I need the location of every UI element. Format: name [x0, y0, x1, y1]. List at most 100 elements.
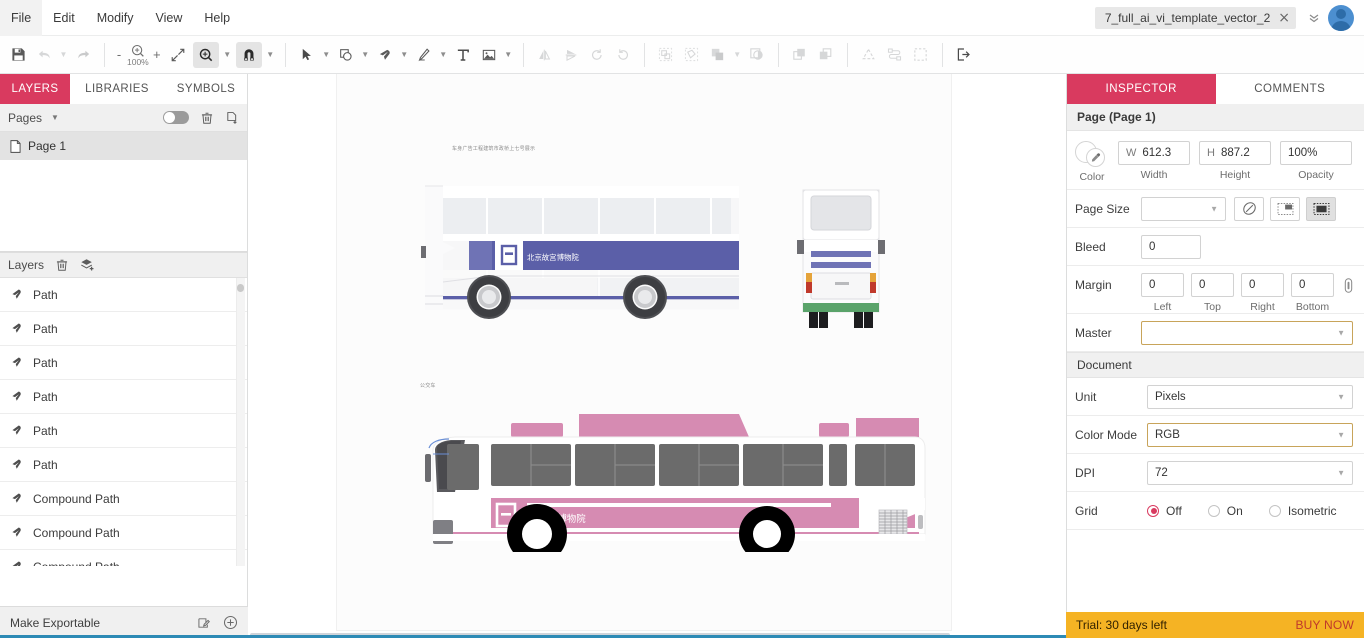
- page-width-control[interactable]: W 612.3 Width: [1118, 141, 1190, 181]
- tab-libraries[interactable]: LIBRARIES: [70, 74, 164, 104]
- image-options-caret[interactable]: ▼: [502, 42, 515, 68]
- boolean-ops-icon[interactable]: [705, 42, 731, 68]
- grid-option-off[interactable]: Off: [1147, 504, 1182, 518]
- menu-edit[interactable]: Edit: [42, 0, 86, 36]
- color-mode-select[interactable]: RGB ▼: [1147, 423, 1353, 447]
- pencil-tool-icon[interactable]: [411, 42, 437, 68]
- layer-row[interactable]: Compound Path: [0, 550, 247, 566]
- select-options-caret[interactable]: ▼: [320, 42, 333, 68]
- text-tool-icon[interactable]: [450, 42, 476, 68]
- layers-list[interactable]: Path Path Path Path Path Path: [0, 278, 247, 566]
- unit-select[interactable]: Pixels ▼: [1147, 385, 1353, 409]
- opacity-input[interactable]: 100%: [1280, 141, 1352, 165]
- link-margins-icon[interactable]: [1341, 277, 1356, 294]
- pen-options-caret[interactable]: ▼: [398, 42, 411, 68]
- flip-vertical-icon[interactable]: [558, 42, 584, 68]
- bleed-input[interactable]: 0: [1141, 235, 1201, 259]
- tab-inspector[interactable]: INSPECTOR: [1067, 74, 1216, 104]
- undo-history-caret[interactable]: ▼: [57, 42, 70, 68]
- page-color-swatch[interactable]: [1075, 141, 1109, 167]
- tab-comments[interactable]: COMMENTS: [1216, 74, 1364, 104]
- flip-horizontal-icon[interactable]: [532, 42, 558, 68]
- snap-options-caret[interactable]: ▼: [264, 42, 277, 68]
- artboard-page[interactable]: 车身广告工程建筑市政桥上七号展示: [337, 74, 951, 630]
- grid-option-isometric[interactable]: Isometric: [1269, 504, 1337, 518]
- pen-tool-icon[interactable]: [372, 42, 398, 68]
- export-icon[interactable]: [951, 42, 977, 68]
- rotate-orientation-icon[interactable]: [1234, 197, 1264, 221]
- trash-icon[interactable]: [200, 111, 214, 125]
- rotate-left-icon[interactable]: [584, 42, 610, 68]
- visibility-toggle[interactable]: [163, 111, 189, 124]
- layer-row[interactable]: Path: [0, 414, 247, 448]
- zoom-reset-icon[interactable]: 100%: [127, 43, 149, 67]
- layer-row[interactable]: Path: [0, 380, 247, 414]
- menu-file[interactable]: File: [0, 0, 42, 36]
- chevron-down-icon[interactable]: ▼: [51, 113, 59, 122]
- page-opacity-control[interactable]: 100% Opacity: [1280, 141, 1352, 181]
- zoom-in-button[interactable]: +: [151, 47, 163, 62]
- layer-row[interactable]: Path: [0, 448, 247, 482]
- marquee-select-icon[interactable]: [908, 42, 934, 68]
- zoom-tool-icon[interactable]: [193, 42, 219, 68]
- ungroup-icon[interactable]: [679, 42, 705, 68]
- document-tab[interactable]: 7_full_ai_vi_template_vector_2 ×: [1095, 7, 1296, 29]
- landscape-page-icon[interactable]: [1270, 197, 1300, 221]
- redo-icon[interactable]: [70, 42, 96, 68]
- menu-modify[interactable]: Modify: [86, 0, 145, 36]
- image-tool-icon[interactable]: [476, 42, 502, 68]
- margin-right-control[interactable]: 0 Right: [1241, 273, 1284, 313]
- bring-forward-icon[interactable]: [787, 42, 813, 68]
- avatar[interactable]: [1328, 5, 1354, 31]
- chevron-double-down-icon[interactable]: [1300, 12, 1328, 24]
- margin-bottom-control[interactable]: 0 Bottom: [1291, 273, 1334, 313]
- send-backward-icon[interactable]: [813, 42, 839, 68]
- layer-row[interactable]: Path: [0, 278, 247, 312]
- margin-bottom-input[interactable]: 0: [1291, 273, 1334, 297]
- margin-top-control[interactable]: 0 Top: [1191, 273, 1234, 313]
- grid-option-on[interactable]: On: [1208, 504, 1243, 518]
- page-color-control[interactable]: Color: [1075, 141, 1109, 183]
- canvas-area[interactable]: 车身广告工程建筑市政桥上七号展示: [248, 74, 1066, 638]
- shape-tool-icon[interactable]: [333, 42, 359, 68]
- margin-right-input[interactable]: 0: [1241, 273, 1284, 297]
- zoom-options-caret[interactable]: ▼: [221, 42, 234, 68]
- plus-circle-icon[interactable]: [223, 615, 238, 630]
- buy-now-button[interactable]: BUY NOW: [1295, 618, 1354, 632]
- add-layer-icon[interactable]: [80, 258, 95, 272]
- boolean-options-caret[interactable]: ▼: [731, 42, 744, 68]
- select-arrow-icon[interactable]: [294, 42, 320, 68]
- height-input[interactable]: H 887.2: [1199, 141, 1271, 165]
- mask-icon[interactable]: [744, 42, 770, 68]
- master-select[interactable]: ▼: [1141, 321, 1353, 345]
- shape-options-caret[interactable]: ▼: [359, 42, 372, 68]
- path-join-icon[interactable]: [882, 42, 908, 68]
- width-input[interactable]: W 612.3: [1118, 141, 1190, 165]
- page-list-item[interactable]: Page 1: [0, 132, 247, 160]
- save-icon[interactable]: [5, 42, 31, 68]
- menu-view[interactable]: View: [145, 0, 194, 36]
- layers-scrollbar[interactable]: [236, 278, 245, 566]
- tab-layers[interactable]: LAYERS: [0, 74, 70, 104]
- page-height-control[interactable]: H 887.2 Height: [1199, 141, 1271, 181]
- close-icon[interactable]: ×: [1278, 11, 1290, 25]
- undo-icon[interactable]: [31, 42, 57, 68]
- fit-to-screen-icon[interactable]: [165, 42, 191, 68]
- layers-scrollbar-thumb[interactable]: [237, 284, 244, 292]
- layer-row[interactable]: Path: [0, 346, 247, 380]
- path-simplify-icon[interactable]: [856, 42, 882, 68]
- add-page-icon[interactable]: [225, 111, 239, 125]
- menu-help[interactable]: Help: [193, 0, 241, 36]
- pencil-options-caret[interactable]: ▼: [437, 42, 450, 68]
- trash-icon[interactable]: [55, 258, 69, 272]
- layer-row[interactable]: Compound Path: [0, 516, 247, 550]
- page-size-select[interactable]: ▼: [1141, 197, 1226, 221]
- export-edit-icon[interactable]: [197, 616, 211, 630]
- margin-left-control[interactable]: 0 Left: [1141, 273, 1184, 313]
- layer-row[interactable]: Compound Path: [0, 482, 247, 516]
- tab-symbols[interactable]: SYMBOLS: [164, 74, 248, 104]
- zoom-out-button[interactable]: -: [113, 47, 125, 62]
- dpi-select[interactable]: 72 ▼: [1147, 461, 1353, 485]
- margin-left-input[interactable]: 0: [1141, 273, 1184, 297]
- portrait-page-icon[interactable]: [1306, 197, 1336, 221]
